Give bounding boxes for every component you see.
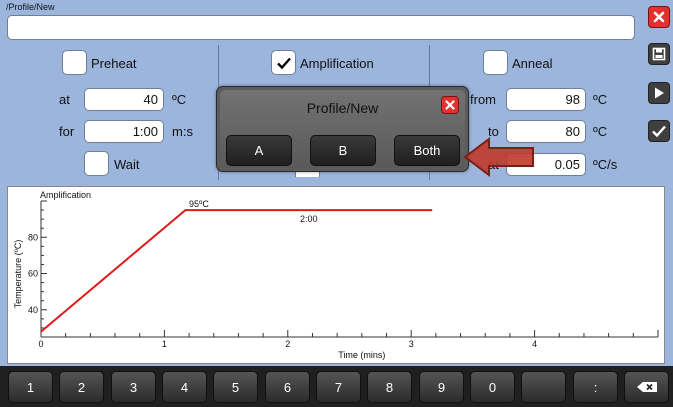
key-colon[interactable]: : [573,371,618,403]
series-line [40,209,433,333]
key-8[interactable]: 8 [367,371,412,403]
y-tick-label: 60 [28,269,38,279]
key-2[interactable]: 2 [59,371,104,403]
annotation-arrow [463,137,534,177]
preheat-checkbox[interactable] [62,50,87,75]
dialog-close-button[interactable] [441,96,459,114]
preheat-time-field[interactable]: 1:00 [84,120,164,143]
x-axis-label: Time (mins) [338,350,385,360]
x-tick-label: 3 [409,339,414,349]
numeric-keypad: 1 2 3 4 5 6 7 8 9 0 : [0,366,673,407]
anneal-label: Anneal [512,56,553,71]
amplification-label: Amplification [300,56,374,71]
chart-title: Amplification [40,190,91,200]
key-5[interactable]: 5 [213,371,258,403]
play-icon [655,87,664,99]
anneal-from-field[interactable]: 98 [506,88,586,111]
key-3[interactable]: 3 [111,371,156,403]
preheat-for-label: for [59,124,75,139]
confirm-button[interactable] [648,120,670,142]
dialog-title: Profile/New [306,100,379,116]
key-backspace[interactable] [624,371,669,403]
x-tick-label: 4 [532,339,537,349]
data-label: 95ºC [189,199,209,209]
data-label: 2:00 [300,214,318,224]
save-icon [652,47,666,61]
preheat-temp-field[interactable]: 40 [84,88,164,111]
preheat-time-unit: m:s [172,124,193,139]
profile-name-input[interactable] [7,15,635,40]
y-tick-label: 40 [28,305,38,315]
anneal-from-label: from [470,92,496,107]
key-1[interactable]: 1 [8,371,53,403]
close-button[interactable] [648,6,670,28]
preheat-at-label: at [59,92,70,107]
profile-new-dialog: Profile/New A B Both [216,86,469,172]
save-button[interactable] [648,43,670,65]
chart-canvas: Amplification 0 1 2 3 4 40 60 80 Time (mins) Tempe… [13,190,659,360]
amplification-checkbox[interactable] [271,50,296,75]
dialog-option-b-button[interactable]: B [310,135,376,166]
breadcrumb: /Profile/New [6,2,55,12]
anneal-checkbox[interactable] [483,50,508,75]
backspace-icon [636,382,657,392]
wait-checkbox[interactable] [84,151,109,176]
key-4[interactable]: 4 [162,371,207,403]
preheat-temp-unit: ºC [172,92,187,107]
key-blank[interactable] [521,371,566,403]
anneal-from-unit: ºC [593,92,608,107]
dialog-option-a-button[interactable]: A [226,135,292,166]
x-tick-label: 1 [162,339,167,349]
run-button[interactable] [648,82,670,104]
check-icon [652,125,666,138]
anneal-to-unit: ºC [593,124,608,139]
profile-chart: Amplification 0 1 2 3 4 40 60 80 Time (mins) Tempe… [7,186,665,364]
key-0[interactable]: 0 [470,371,515,403]
x-tick-label: 2 [285,339,290,349]
y-axis-label: Temperature (ºC) [13,240,23,309]
wait-label: Wait [114,157,140,172]
check-icon [276,57,291,69]
dialog-option-both-button[interactable]: Both [394,135,460,166]
close-icon [653,11,665,23]
key-7[interactable]: 7 [316,371,361,403]
key-9[interactable]: 9 [419,371,464,403]
anneal-rate-unit: ºC/s [593,157,618,172]
close-icon [445,100,455,110]
x-tick-label: 0 [38,339,43,349]
preheat-label: Preheat [91,56,137,71]
key-6[interactable]: 6 [265,371,310,403]
y-tick-label: 80 [28,232,38,242]
